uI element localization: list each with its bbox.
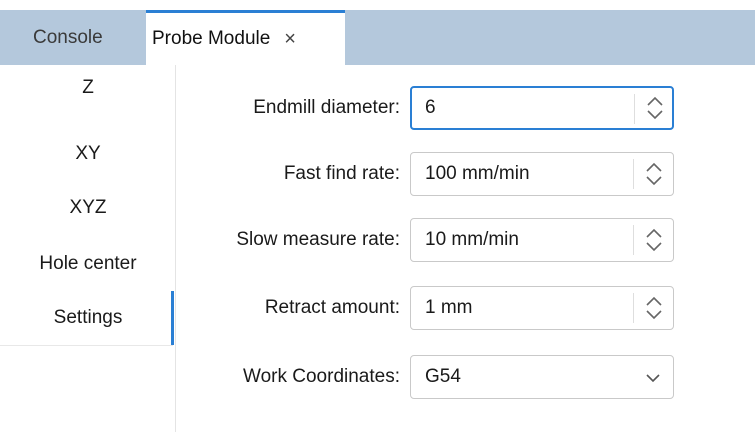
spinbox-separator <box>633 293 634 323</box>
up-down-chevron-icon[interactable] <box>636 88 674 128</box>
tab-console[interactable]: Console <box>0 10 146 65</box>
selection-indicator <box>171 291 174 345</box>
tab-bar: Console Probe Module × <box>0 0 755 65</box>
fast-find-rate-value[interactable]: 100 mm/min <box>425 153 530 195</box>
spinbox-separator <box>633 159 634 189</box>
up-down-chevron-icon[interactable] <box>635 219 673 261</box>
sidebar-separator <box>0 345 173 346</box>
spinbox-separator <box>633 225 634 255</box>
endmill-diameter-row: Endmill diameter: 6 <box>176 86 755 130</box>
retract-amount-label: Retract amount: <box>264 297 400 318</box>
sidebar-item-z[interactable]: Z <box>0 61 176 115</box>
endmill-diameter-label: Endmill diameter: <box>253 97 400 118</box>
work-coordinates-select[interactable]: G54 <box>410 355 674 399</box>
tab-probe-module-label: Probe Module <box>152 28 271 49</box>
close-icon[interactable]: × <box>284 29 296 49</box>
slow-measure-rate-spinbox[interactable]: 10 mm/min <box>410 218 674 262</box>
tab-console-label: Console <box>33 26 103 48</box>
spinbox-separator <box>634 94 635 124</box>
fast-find-rate-spinbox[interactable]: 100 mm/min <box>410 152 674 196</box>
up-down-chevron-icon[interactable] <box>635 153 673 195</box>
slow-measure-rate-row: Slow measure rate: 10 mm/min <box>176 218 755 262</box>
slow-measure-rate-label: Slow measure rate: <box>236 229 400 250</box>
work-coordinates-label: Work Coordinates: <box>243 366 400 387</box>
sidebar-item-xyz[interactable]: XYZ <box>0 181 176 235</box>
sidebar-item-xy[interactable]: XY <box>0 127 176 181</box>
retract-amount-spinbox[interactable]: 1 mm <box>410 286 674 330</box>
retract-amount-row: Retract amount: 1 mm <box>176 286 755 330</box>
sidebar-item-label: Settings <box>53 307 123 328</box>
fast-find-rate-row: Fast find rate: 100 mm/min <box>176 152 755 196</box>
sidebar-item-label: Hole center <box>39 253 137 274</box>
sidebar-item-hole-center[interactable]: Hole center <box>0 237 176 291</box>
sidebar-item-label: XY <box>75 143 101 164</box>
sidebar-item-label: Z <box>82 77 94 98</box>
work-coordinates-value: G54 <box>425 366 461 387</box>
sidebar-item-settings[interactable]: Settings <box>0 291 176 345</box>
endmill-diameter-value[interactable]: 6 <box>425 88 436 128</box>
work-coordinates-row: Work Coordinates: G54 <box>176 355 755 399</box>
retract-amount-value[interactable]: 1 mm <box>425 287 473 329</box>
fast-find-rate-label: Fast find rate: <box>283 163 400 184</box>
slow-measure-rate-value[interactable]: 10 mm/min <box>425 219 519 261</box>
chevron-down-icon[interactable] <box>645 371 661 389</box>
up-down-chevron-icon[interactable] <box>635 287 673 329</box>
endmill-diameter-spinbox[interactable]: 6 <box>410 86 674 130</box>
tab-probe-module[interactable]: Probe Module × <box>146 10 345 65</box>
sidebar-item-label: XYZ <box>69 197 107 218</box>
